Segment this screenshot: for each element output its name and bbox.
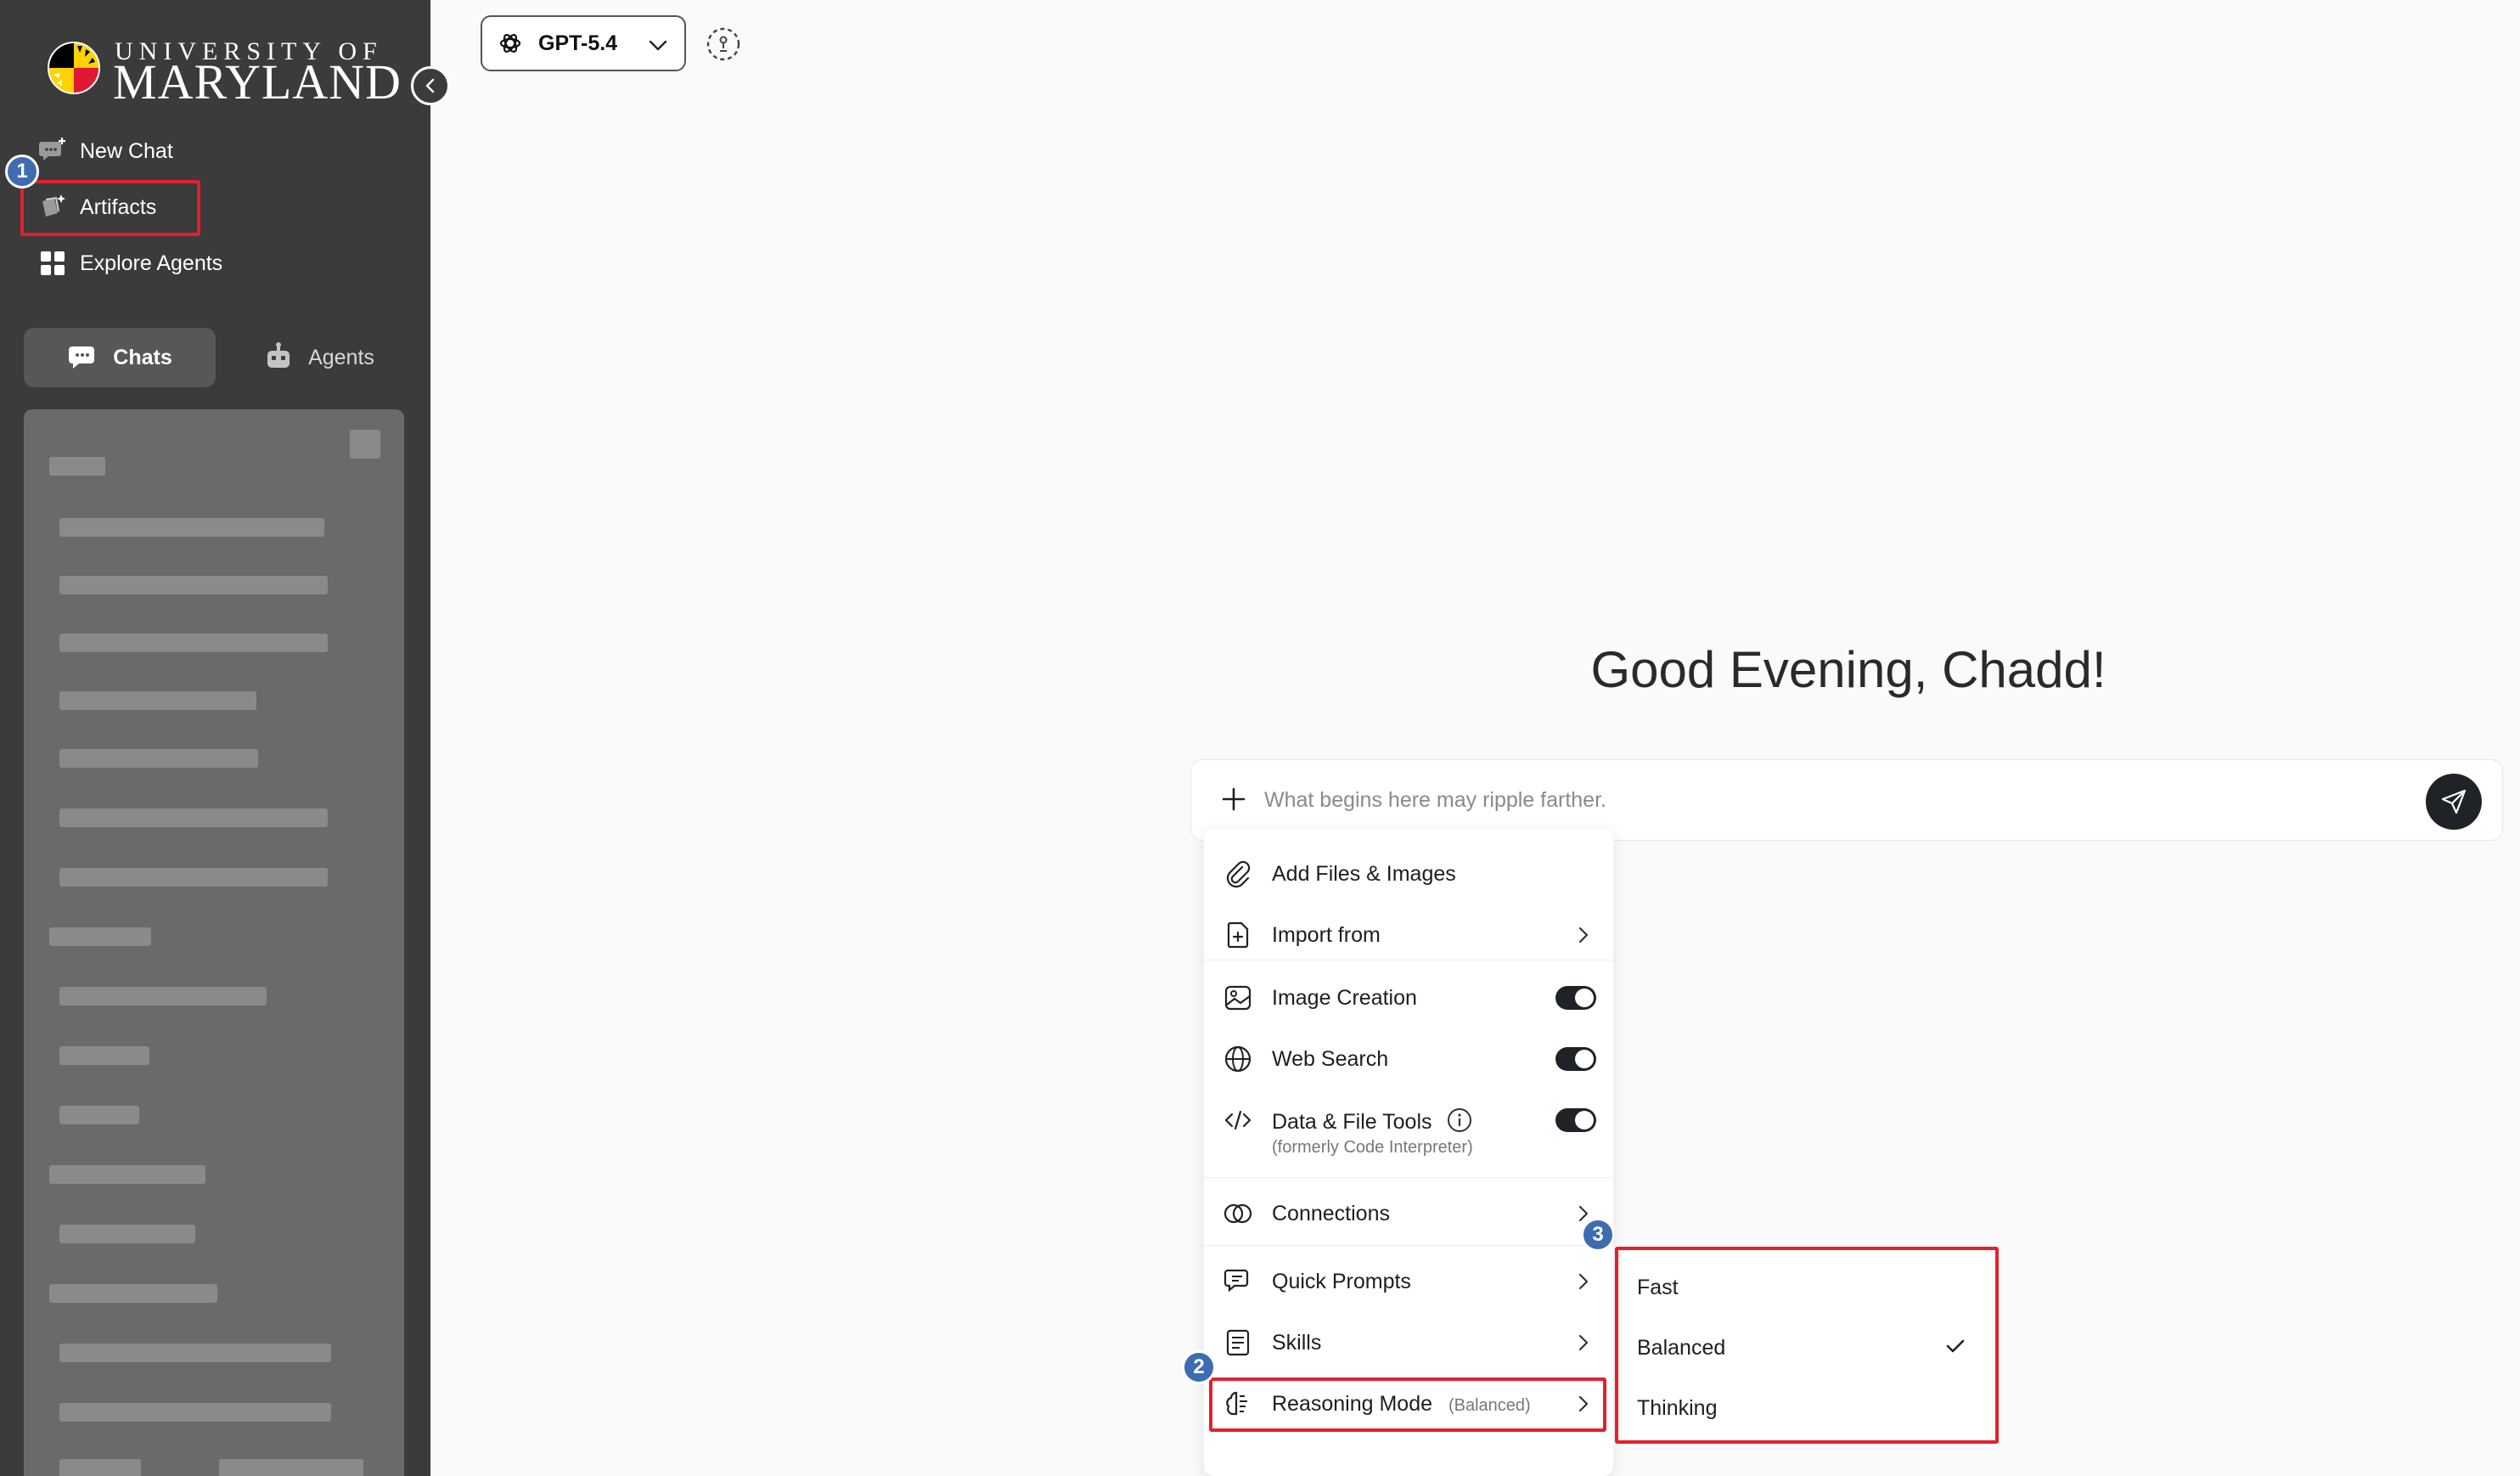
collapse-sidebar-button[interactable] <box>411 66 450 105</box>
menu-item-label: Data & File Tools <box>1272 1107 1473 1135</box>
model-name: GPT-5.4 <box>538 31 618 55</box>
data-file-tools-sublabel: (formerly Code Interpreter) <box>1272 1138 1473 1157</box>
highlight-box-artifacts <box>20 180 200 236</box>
menu-item-label: Import from <box>1272 922 1381 947</box>
greeting-heading: Good Evening, Chadd! <box>1590 641 2107 698</box>
explore-agents-label: Explore Agents <box>80 251 223 275</box>
model-selector[interactable]: GPT-5.4 <box>481 15 686 71</box>
annotation-badge-3: 3 <box>1581 1218 1615 1252</box>
tab-chats[interactable]: Chats <box>24 328 216 387</box>
menu-item-label: Web Search <box>1272 1046 1389 1071</box>
history-section-header-blurred <box>49 457 105 476</box>
menu-item-connections[interactable]: Connections <box>1204 1187 1613 1240</box>
menu-item-add-files[interactable]: Add Files & Images <box>1204 848 1613 900</box>
image-creation-toggle[interactable] <box>1555 986 1596 1010</box>
maryland-seal-icon <box>48 42 100 94</box>
connections-icon <box>1223 1198 1253 1229</box>
history-item-blurred[interactable] <box>59 1344 331 1362</box>
history-item-blurred[interactable] <box>59 1046 149 1065</box>
menu-item-import-from[interactable]: Import from <box>1204 909 1613 961</box>
menu-divider <box>1204 960 1613 961</box>
history-item-blurred[interactable] <box>59 634 328 652</box>
openai-logo-icon <box>498 30 525 57</box>
attach-menu-button[interactable] <box>1217 782 1251 816</box>
import-file-icon <box>1223 920 1253 950</box>
new-chat-label: New Chat <box>80 138 173 163</box>
chevron-right-icon <box>1578 1273 1589 1290</box>
history-section-header-blurred <box>49 927 151 946</box>
chat-message-input[interactable] <box>1264 779 2368 821</box>
menu-item-quick-prompts[interactable]: Quick Prompts <box>1204 1255 1613 1308</box>
image-creation-icon <box>1223 983 1253 1013</box>
web-search-toggle[interactable] <box>1555 1047 1596 1071</box>
menu-divider <box>1204 1245 1613 1246</box>
data-file-tools-toggle[interactable] <box>1555 1108 1596 1132</box>
explore-agents-icon <box>37 248 68 279</box>
explore-agents-button[interactable]: Explore Agents <box>37 241 222 285</box>
chevron-down-icon <box>649 40 667 51</box>
chats-icon <box>67 341 99 374</box>
menu-divider <box>1204 1177 1613 1178</box>
plus-icon <box>1222 787 1246 811</box>
chevron-right-icon <box>1578 927 1589 944</box>
menu-item-image-creation[interactable]: Image Creation <box>1204 972 1613 1024</box>
chat-history-list[interactable] <box>24 409 404 1476</box>
menu-item-label: Skills <box>1272 1330 1322 1355</box>
history-item-blurred[interactable] <box>59 1403 331 1422</box>
temporary-chat-icon[interactable] <box>705 25 742 63</box>
tab-chats-label: Chats <box>113 345 172 369</box>
history-gear-blurred[interactable] <box>350 430 380 459</box>
send-icon <box>2441 789 2467 814</box>
history-item-blurred[interactable] <box>59 1459 141 1476</box>
history-section-header-blurred <box>49 1165 205 1184</box>
history-item-blurred[interactable] <box>59 749 258 768</box>
logo-line-2: MARYLAND <box>113 54 402 110</box>
paperclip-icon <box>1223 859 1253 889</box>
agents-icon <box>262 341 295 374</box>
new-chat-button[interactable]: New Chat <box>37 129 173 173</box>
history-item-blurred[interactable] <box>59 1225 195 1243</box>
menu-item-skills[interactable]: Skills <box>1204 1316 1613 1369</box>
annotation-badge-1: 1 <box>5 155 39 189</box>
highlight-box-reasoning-mode <box>1209 1377 1606 1432</box>
tab-agents-label: Agents <box>308 345 374 369</box>
globe-icon <box>1223 1044 1253 1074</box>
quick-prompts-icon <box>1223 1266 1253 1297</box>
history-item-blurred[interactable] <box>59 576 328 594</box>
history-item-blurred[interactable] <box>59 1106 139 1124</box>
menu-item-label: Quick Prompts <box>1272 1269 1411 1293</box>
university-logo[interactable]: UNIVERSITY OF MARYLAND <box>47 34 401 109</box>
annotation-badge-2: 2 <box>1182 1350 1216 1384</box>
chevron-left-icon <box>425 78 435 93</box>
menu-item-label: Image Creation <box>1272 985 1417 1010</box>
history-item-blurred[interactable] <box>59 691 256 710</box>
menu-item-web-search[interactable]: Web Search <box>1204 1033 1613 1085</box>
sidebar-tabs: Chats Agents <box>24 328 409 387</box>
highlight-box-reasoning-submenu <box>1615 1247 1999 1444</box>
history-item-blurred[interactable] <box>59 808 328 827</box>
tab-agents[interactable]: Agents <box>228 328 409 387</box>
chevron-right-icon <box>1578 1334 1589 1351</box>
send-button[interactable] <box>2426 774 2482 830</box>
code-icon <box>1223 1105 1253 1135</box>
history-item-blurred[interactable] <box>59 868 328 887</box>
menu-item-label: Connections <box>1272 1201 1390 1225</box>
history-item-blurred[interactable] <box>219 1459 363 1476</box>
menu-item-label: Add Files & Images <box>1272 861 1456 886</box>
data-file-tools-label: Data & File Tools <box>1272 1109 1432 1134</box>
history-item-blurred[interactable] <box>59 987 267 1006</box>
info-icon[interactable] <box>1446 1107 1473 1134</box>
new-chat-icon <box>37 136 68 166</box>
skills-icon <box>1223 1327 1253 1358</box>
history-section-header-blurred <box>49 1284 217 1303</box>
history-item-blurred[interactable] <box>59 518 324 537</box>
